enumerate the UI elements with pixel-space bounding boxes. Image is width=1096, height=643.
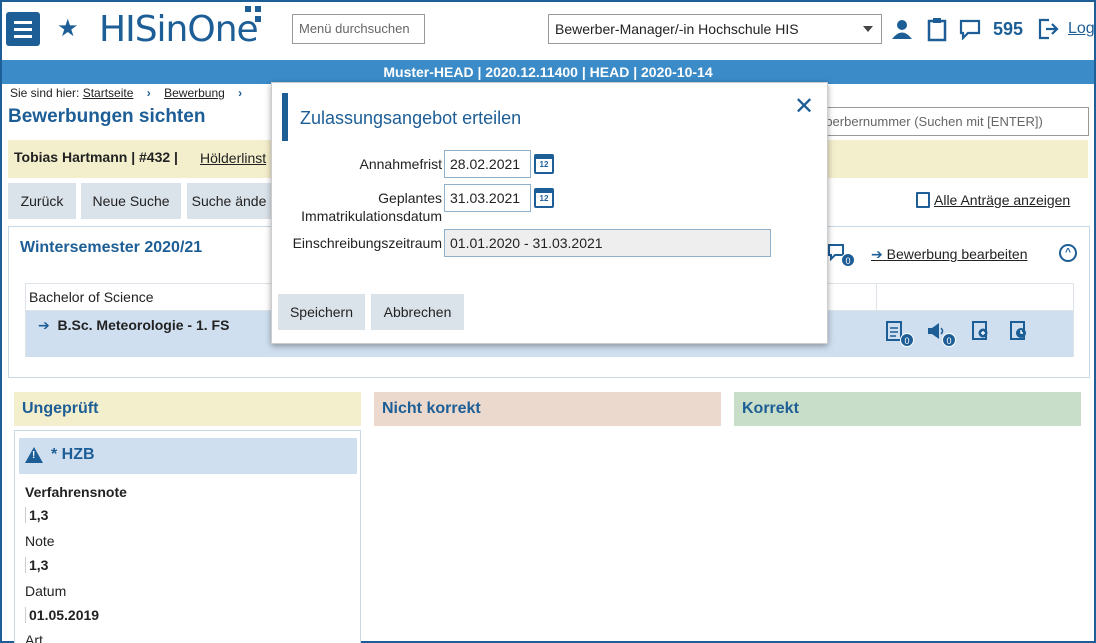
column-unchecked: Ungeprüft (14, 392, 361, 426)
document-clock-icon[interactable] (1010, 321, 1028, 346)
clipboard-icon[interactable] (927, 18, 947, 48)
logo-dots-icon (245, 6, 267, 28)
applicant-school-link[interactable]: Hölderlinst (200, 150, 266, 166)
cancel-button[interactable]: Abbrechen (371, 294, 464, 330)
course-name: B.Sc. Meteorologie - 1. FS (57, 317, 230, 333)
role-select-value: Bewerber-Manager/-in Hochschule HIS (555, 21, 799, 37)
chevron-right-icon: › (238, 86, 243, 100)
field-value: 1,3 (25, 507, 48, 523)
page-title: Bewerbungen sichten (8, 106, 206, 127)
dialog-accent-bar (282, 93, 288, 141)
edit-application-label: Bewerbung bearbeiten (886, 246, 1028, 262)
hzb-card-title: * HZB (51, 446, 95, 463)
unchecked-card-list: * HZB Verfahrensnote 1,3 Note 1,3 Datum … (14, 430, 361, 643)
warning-icon (25, 447, 43, 463)
breadcrumb-item-bewerbung[interactable]: Bewerbung (164, 86, 225, 100)
breadcrumb: Sie sind hier: Startseite › Bewerbung › (10, 86, 252, 100)
field-value: 01.05.2019 (25, 607, 99, 623)
all-requests-link[interactable]: Alle Anträge anzeigen (916, 192, 1070, 208)
column-incorrect: Nicht korrekt (374, 392, 721, 426)
acceptance-deadline-label: Annahmefrist (359, 156, 442, 172)
field-label: Art (25, 632, 43, 643)
field-value: 1,3 (25, 557, 48, 573)
planned-enrollment-date-input[interactable]: 31.03.2021 (444, 184, 531, 212)
breadcrumb-item-startseite[interactable]: Startseite (83, 86, 134, 100)
applicant-number-search-input[interactable]: rberbernummer (Suchen mit [ENTER]) (808, 107, 1089, 136)
field-label: Datum (25, 583, 67, 599)
role-select[interactable]: Bewerber-Manager/-in Hochschule HIS (548, 14, 882, 44)
calendar-icon[interactable]: 12 (534, 154, 554, 174)
degree-label: Bachelor of Science (29, 289, 154, 305)
semester-title: Wintersemester 2020/21 (20, 239, 203, 256)
announcement-icon[interactable]: 0 (926, 321, 956, 347)
breadcrumb-prefix: Sie sind hier: (10, 86, 80, 100)
messages-icon[interactable] (959, 18, 981, 46)
system-info-bar: Muster-HEAD | 2020.12.11400 | HEAD | 202… (2, 60, 1094, 84)
new-search-button[interactable]: Neue Suche (81, 183, 181, 219)
acceptance-deadline-input[interactable]: 28.02.2021 (444, 150, 531, 178)
arrow-right-icon: ➔ (38, 317, 50, 333)
arrow-right-icon: ➔ (871, 246, 883, 262)
field-label: Note (25, 533, 55, 549)
add-document-icon[interactable] (972, 321, 988, 346)
notification-count[interactable]: 595 (993, 19, 1023, 40)
logout-icon[interactable] (1037, 18, 1059, 46)
document-list-icon (916, 192, 930, 208)
document-count-badge: 0 (900, 333, 914, 347)
close-icon[interactable]: ✕ (794, 95, 814, 119)
change-search-button[interactable]: Suche ände (187, 183, 271, 219)
admission-offer-dialog: Zulassungsangebot erteilen ✕ Annahmefris… (271, 82, 828, 344)
back-button[interactable]: Zurück (8, 183, 76, 219)
hamburger-menu-button[interactable] (6, 12, 40, 46)
logout-link[interactable]: Log (1068, 20, 1095, 38)
comment-icon[interactable]: 0 (827, 243, 855, 267)
planned-enrollment-label-line1: Geplantes (378, 190, 442, 206)
chevron-right-icon: › (146, 86, 151, 100)
document-icon[interactable]: 0 (886, 321, 914, 347)
user-icon[interactable] (891, 18, 913, 46)
top-header: ★ HISinOne Menü durchsuchen Bewerber-Man… (2, 2, 1095, 60)
edit-application-link[interactable]: ➔ Bewerbung bearbeiten (871, 246, 1028, 263)
column-correct: Korrekt (734, 392, 1081, 426)
field-label: Verfahrensnote (25, 484, 127, 500)
enrollment-period-field: 01.01.2020 - 31.03.2021 (444, 229, 771, 257)
menu-search-input[interactable]: Menü durchsuchen (292, 14, 425, 44)
enrollment-period-label: Einschreibungszeitraum (292, 235, 442, 251)
save-button[interactable]: Speichern (278, 294, 365, 330)
collapse-chevron-up-icon[interactable]: ^ (1059, 244, 1077, 262)
all-requests-label: Alle Anträge anzeigen (934, 192, 1071, 208)
app-logo[interactable]: HISinOne (99, 10, 259, 50)
course-label: ➔ B.Sc. Meteorologie - 1. FS (38, 317, 229, 334)
favorites-star-icon[interactable]: ★ (57, 14, 79, 44)
announcement-count-badge: 0 (942, 333, 956, 347)
chevron-down-icon (863, 26, 873, 32)
comment-count-badge: 0 (841, 253, 855, 267)
hzb-card-header[interactable]: * HZB (19, 438, 357, 474)
dialog-title: Zulassungsangebot erteilen (300, 108, 522, 128)
calendar-icon[interactable]: 12 (534, 188, 554, 208)
applicant-name: Tobias Hartmann | #432 | (14, 149, 178, 165)
planned-enrollment-label-line2: Immatrikulationsdatum (301, 208, 442, 224)
